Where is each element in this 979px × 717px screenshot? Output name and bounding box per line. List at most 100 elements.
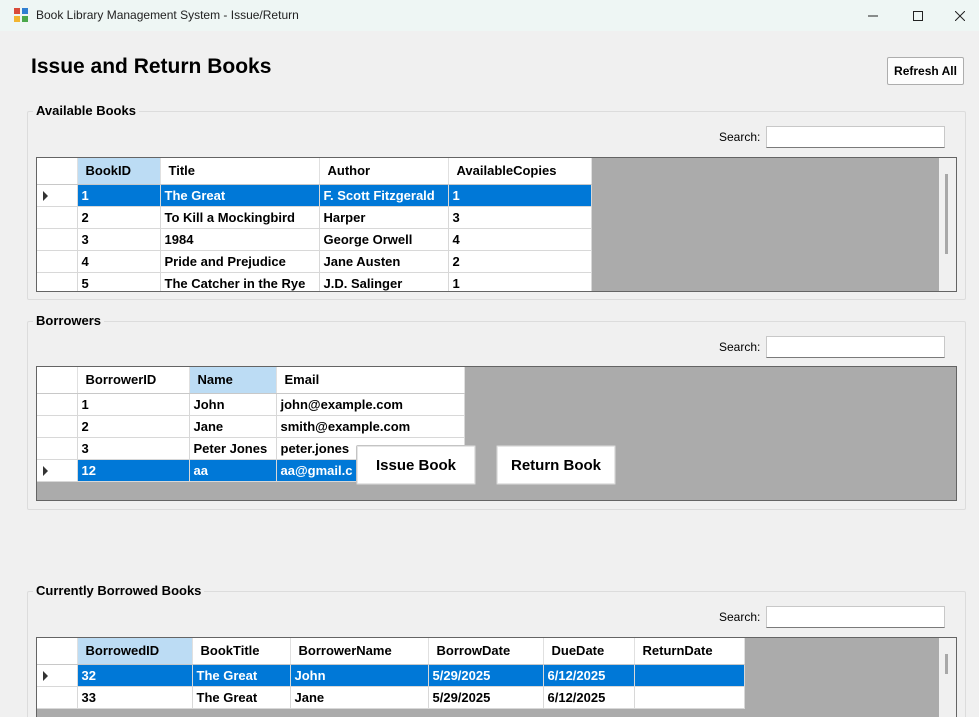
row-header[interactable] xyxy=(37,184,78,207)
cell[interactable]: 12 xyxy=(77,459,190,482)
cell[interactable]: 32 xyxy=(77,664,193,687)
cell[interactable]: john@example.com xyxy=(276,393,465,416)
app-icon xyxy=(14,8,28,22)
books-vertical-scrollbar[interactable] xyxy=(939,158,956,291)
available-books-label: Available Books xyxy=(33,103,139,118)
cell[interactable]: aa xyxy=(189,459,277,482)
current-row-arrow-icon xyxy=(43,190,48,201)
row-header[interactable] xyxy=(37,206,78,229)
table-row[interactable]: 1 The Great F. Scott Fitzgerald 1 xyxy=(37,184,592,207)
cell[interactable]: 4 xyxy=(77,250,161,273)
close-button[interactable] xyxy=(940,0,979,31)
cell[interactable]: F. Scott Fitzgerald xyxy=(319,184,449,207)
refresh-all-button[interactable]: Refresh All xyxy=(887,57,964,85)
column-header-borrowername[interactable]: BorrowerName xyxy=(290,638,429,665)
table-row[interactable]: 2 To Kill a Mockingbird Harper 3 xyxy=(37,206,592,229)
books-search-label: Search: xyxy=(719,130,761,144)
borrowers-search-label: Search: xyxy=(719,340,761,354)
cell[interactable]: The Great xyxy=(192,664,291,687)
cell[interactable]: 2 xyxy=(77,206,161,229)
table-row[interactable]: 32 The Great John 5/29/2025 6/12/2025 xyxy=(37,664,745,687)
cell[interactable]: J.D. Salinger xyxy=(319,272,449,291)
window-titlebar: Book Library Management System - Issue/R… xyxy=(0,0,979,31)
return-book-button[interactable]: Return Book xyxy=(496,445,616,485)
row-header[interactable] xyxy=(37,415,78,438)
cell[interactable] xyxy=(634,686,745,709)
column-header-borrowerid[interactable]: BorrowerID xyxy=(77,367,190,394)
row-header[interactable] xyxy=(37,664,78,687)
table-row[interactable]: 2 Jane smith@example.com xyxy=(37,415,465,438)
row-header[interactable] xyxy=(37,228,78,251)
table-row[interactable]: 3 1984 George Orwell 4 xyxy=(37,228,592,251)
cell[interactable]: Jane Austen xyxy=(319,250,449,273)
row-header[interactable] xyxy=(37,459,78,482)
cell[interactable]: Jane xyxy=(189,415,277,438)
cell[interactable]: John xyxy=(189,393,277,416)
grid-corner xyxy=(37,158,78,185)
column-header-availablecopies[interactable]: AvailableCopies xyxy=(448,158,592,185)
row-header[interactable] xyxy=(37,437,78,460)
cell[interactable]: Harper xyxy=(319,206,449,229)
table-row[interactable]: 1 John john@example.com xyxy=(37,393,465,416)
table-row[interactable]: 33 The Great Jane 5/29/2025 6/12/2025 xyxy=(37,686,745,709)
cell[interactable]: 4 xyxy=(448,228,592,251)
cell[interactable]: The Catcher in the Rye xyxy=(160,272,320,291)
maximize-button[interactable] xyxy=(895,0,941,31)
table-row[interactable]: 4 Pride and Prejudice Jane Austen 2 xyxy=(37,250,592,273)
cell[interactable]: George Orwell xyxy=(319,228,449,251)
cell[interactable]: 6/12/2025 xyxy=(543,686,635,709)
column-header-email[interactable]: Email xyxy=(276,367,465,394)
column-header-duedate[interactable]: DueDate xyxy=(543,638,635,665)
available-books-grid[interactable]: BookID Title Author AvailableCopies 1 Th… xyxy=(36,157,957,292)
cell[interactable]: 1 xyxy=(448,272,592,291)
cell[interactable]: 5 xyxy=(77,272,161,291)
column-header-returndate[interactable]: ReturnDate xyxy=(634,638,745,665)
close-icon xyxy=(954,10,965,21)
cell[interactable]: The Great xyxy=(192,686,291,709)
scrollbar-thumb[interactable] xyxy=(945,174,948,254)
column-header-author[interactable]: Author xyxy=(319,158,449,185)
borrowed-search-input[interactable] xyxy=(766,606,945,628)
issue-book-button[interactable]: Issue Book xyxy=(356,445,476,485)
cell[interactable]: 6/12/2025 xyxy=(543,664,635,687)
cell[interactable]: 3 xyxy=(77,228,161,251)
cell[interactable]: Jane xyxy=(290,686,429,709)
row-header[interactable] xyxy=(37,686,78,709)
cell[interactable]: 3 xyxy=(77,437,190,460)
cell[interactable]: To Kill a Mockingbird xyxy=(160,206,320,229)
cell[interactable]: John xyxy=(290,664,429,687)
row-header[interactable] xyxy=(37,393,78,416)
column-header-borrowedid[interactable]: BorrowedID xyxy=(77,638,193,665)
borrowers-search-input[interactable] xyxy=(766,336,945,358)
cell[interactable]: 3 xyxy=(448,206,592,229)
borrowed-vertical-scrollbar[interactable] xyxy=(939,638,956,717)
borrowed-books-grid[interactable]: BorrowedID BookTitle BorrowerName Borrow… xyxy=(36,637,957,717)
cell[interactable]: 33 xyxy=(77,686,193,709)
scrollbar-thumb[interactable] xyxy=(945,654,948,674)
cell[interactable]: 5/29/2025 xyxy=(428,664,544,687)
cell[interactable]: smith@example.com xyxy=(276,415,465,438)
minimize-button[interactable] xyxy=(850,0,896,31)
column-header-name[interactable]: Name xyxy=(189,367,277,394)
cell[interactable] xyxy=(634,664,745,687)
cell[interactable]: 5/29/2025 xyxy=(428,686,544,709)
cell[interactable]: 2 xyxy=(448,250,592,273)
cell[interactable]: Pride and Prejudice xyxy=(160,250,320,273)
cell[interactable]: 1 xyxy=(77,184,161,207)
table-row[interactable]: 5 The Catcher in the Rye J.D. Salinger 1 xyxy=(37,272,592,291)
table-header-row: BookID Title Author AvailableCopies xyxy=(37,158,592,185)
cell[interactable]: 1 xyxy=(448,184,592,207)
cell[interactable]: The Great xyxy=(160,184,320,207)
column-header-borrowdate[interactable]: BorrowDate xyxy=(428,638,544,665)
cell[interactable]: 1984 xyxy=(160,228,320,251)
row-header[interactable] xyxy=(37,272,78,291)
column-header-bookid[interactable]: BookID xyxy=(77,158,161,185)
column-header-title[interactable]: Title xyxy=(160,158,320,185)
page-title: Issue and Return Books xyxy=(31,55,272,78)
cell[interactable]: 1 xyxy=(77,393,190,416)
column-header-booktitle[interactable]: BookTitle xyxy=(192,638,291,665)
books-search-input[interactable] xyxy=(766,126,945,148)
cell[interactable]: 2 xyxy=(77,415,190,438)
row-header[interactable] xyxy=(37,250,78,273)
cell[interactable]: Peter Jones xyxy=(189,437,277,460)
